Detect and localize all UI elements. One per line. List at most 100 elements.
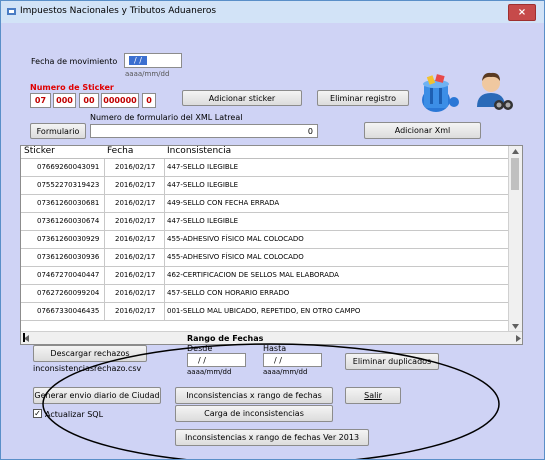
column-separator	[164, 177, 165, 194]
cell-inconsistencia: 449-SELLO CON FECHA ERRADA	[167, 199, 280, 207]
sticker-part-3[interactable]: 00	[79, 93, 99, 108]
formulario-value: 0	[307, 127, 313, 136]
desde-input[interactable]: / /	[187, 353, 246, 367]
sticker-part-1[interactable]: 07	[30, 93, 51, 108]
hasta-label: Hasta	[263, 344, 287, 353]
app-icon	[7, 8, 16, 15]
vertical-scrollbar[interactable]	[508, 146, 522, 332]
horizontal-scroll-thumb[interactable]	[23, 333, 25, 342]
table-row[interactable]: 07361260030681 2016/02/17 449-SELLO CON FE…	[21, 195, 508, 213]
horizontal-scrollbar[interactable]	[21, 331, 522, 344]
cell-fecha: 2016/02/17	[115, 271, 156, 279]
cell-inconsistencia: 447-SELLO ILEGIBLE	[167, 181, 239, 189]
cell-sticker: 07627260099204	[37, 289, 100, 297]
cell-inconsistencia: 447-SELLO ILEGIBLE	[167, 217, 239, 225]
table-row[interactable]: 07361260030936 2016/02/17 455-ADHESIVO FÍS…	[21, 249, 508, 267]
title-bar: Impuestos Nacionales y Tributos Aduanero…	[1, 1, 544, 23]
cell-fecha: 2016/02/17	[115, 163, 156, 171]
column-separator	[104, 249, 105, 266]
main-window: Impuestos Nacionales y Tributos Aduanero…	[0, 0, 545, 460]
cell-fecha: 2016/02/17	[115, 217, 156, 225]
formulario-input[interactable]: 0	[90, 124, 318, 138]
column-separator	[104, 303, 105, 320]
close-button[interactable]: ×	[508, 4, 536, 21]
column-separator	[164, 249, 165, 266]
cell-fecha: 2016/02/17	[115, 181, 156, 189]
salir-button-label: Salir	[364, 391, 382, 400]
cell-inconsistencia: 447-SELLO ILEGIBLE	[167, 163, 239, 171]
eliminar-duplicados-button[interactable]: Eliminar duplicados	[345, 353, 439, 370]
formulario-button[interactable]: Formulario	[30, 123, 86, 139]
cell-inconsistencia: 462-CERTIFICACION DE SELLOS MAL ELABORAD…	[167, 271, 339, 279]
fecha-input[interactable]: / /	[124, 53, 182, 68]
adicionar-sticker-button[interactable]: Adicionar sticker	[182, 90, 302, 106]
table-row[interactable]: 07467270040447 2016/02/17 462-CERTIFICACIO…	[21, 267, 508, 285]
hasta-format: aaaa/mm/dd	[263, 368, 308, 376]
user-search-icon[interactable]	[471, 67, 513, 113]
trash-icon[interactable]	[416, 70, 462, 116]
column-separator	[164, 213, 165, 230]
table-row[interactable]: 07552270319423 2016/02/17 447-SELLO ILEGIB…	[21, 177, 508, 195]
inconsistencias-2013-button[interactable]: Inconsistencias x rango de fechas Ver 20…	[175, 429, 369, 446]
hasta-input[interactable]: / /	[263, 353, 322, 367]
table-row[interactable]: 07669260043091 2016/02/17 447-SELLO ILEGIB…	[21, 159, 508, 177]
scroll-up-icon[interactable]	[512, 149, 519, 154]
client-area: Fecha de movimiento / / aaaa/mm/dd Numer…	[1, 23, 544, 459]
scroll-down-icon[interactable]	[512, 324, 519, 329]
sticker-part-4[interactable]: 000000	[101, 93, 139, 108]
fecha-format: aaaa/mm/dd	[125, 70, 170, 78]
column-separator	[164, 303, 165, 320]
column-separator	[164, 231, 165, 248]
cell-inconsistencia: 455-ADHESIVO FÍSICO MAL COLOCADO	[167, 253, 304, 261]
sticker-part-5[interactable]: 0	[142, 93, 156, 108]
column-separator	[164, 267, 165, 284]
table-row[interactable]: 07667330046435 2016/02/17 001-SELLO MAL UB…	[21, 303, 508, 321]
cell-inconsistencia: 001-SELLO MAL UBICADO, REPETIDO, EN OTRO…	[167, 307, 361, 315]
adicionar-xml-button[interactable]: Adicionar Xml	[364, 122, 481, 139]
cell-sticker: 07361260030674	[37, 217, 100, 225]
rango-label: Rango de Fechas	[187, 334, 264, 343]
cell-fecha: 2016/02/17	[115, 307, 156, 315]
actualizar-sql-checkbox[interactable]: ✓	[33, 409, 42, 418]
fecha-value: / /	[129, 56, 147, 65]
cell-fecha: 2016/02/17	[115, 199, 156, 207]
inconsistencias-rango-button[interactable]: Inconsistencias x rango de fechas	[175, 387, 333, 404]
formulario-button-label: Formulario	[36, 126, 80, 136]
column-separator	[164, 159, 165, 176]
cell-fecha: 2016/02/17	[115, 253, 156, 261]
column-separator	[104, 285, 105, 302]
eliminar-registro-button[interactable]: Eliminar registro	[317, 90, 409, 106]
carga-inconsistencias-button[interactable]: Carga de inconsistencias	[175, 405, 333, 422]
cell-sticker: 07361260030936	[37, 253, 100, 261]
scroll-right-icon[interactable]	[516, 335, 521, 342]
fecha-label: Fecha de movimiento	[31, 57, 118, 66]
header-fecha[interactable]: Fecha	[107, 146, 133, 156]
cell-sticker: 07361260030929	[37, 235, 100, 243]
column-separator	[104, 267, 105, 284]
table-header: Sticker Fecha Inconsistencia	[21, 146, 511, 159]
window-title: Impuestos Nacionales y Tributos Aduanero…	[20, 6, 217, 16]
column-separator	[104, 195, 105, 212]
cell-inconsistencia: 455-ADHESIVO FÍSICO MAL COLOCADO	[167, 235, 304, 243]
salir-button[interactable]: Salir	[345, 387, 401, 404]
desde-label: Desde	[187, 344, 213, 353]
table-row[interactable]: 07627260099204 2016/02/17 457-SELLO CON HO…	[21, 285, 508, 303]
vertical-scroll-thumb[interactable]	[511, 158, 519, 190]
cell-sticker: 07667330046435	[37, 307, 100, 315]
sticker-part-2[interactable]: 000	[53, 93, 76, 108]
header-inconsistencia[interactable]: Inconsistencia	[167, 146, 231, 156]
cell-fecha: 2016/02/17	[115, 235, 156, 243]
desde-format: aaaa/mm/dd	[187, 368, 232, 376]
descargar-rechazos-button[interactable]: Descargar rechazos	[33, 345, 147, 362]
table-row[interactable]: 07361260030929 2016/02/17 455-ADHESIVO FÍS…	[21, 231, 508, 249]
generar-envio-button[interactable]: Generar envio diario de Ciudad	[33, 387, 161, 404]
table-row[interactable]: 07361260030674 2016/02/17 447-SELLO ILEGIB…	[21, 213, 508, 231]
cell-sticker: 07467270040447	[37, 271, 100, 279]
cell-sticker: 07669260043091	[37, 163, 100, 171]
rechazos-file-name: inconsistenciasrechazo.csv	[33, 364, 142, 373]
header-sticker[interactable]: Sticker	[24, 146, 55, 156]
column-separator	[164, 195, 165, 212]
column-separator	[104, 159, 105, 176]
column-separator	[164, 285, 165, 302]
column-separator	[104, 213, 105, 230]
